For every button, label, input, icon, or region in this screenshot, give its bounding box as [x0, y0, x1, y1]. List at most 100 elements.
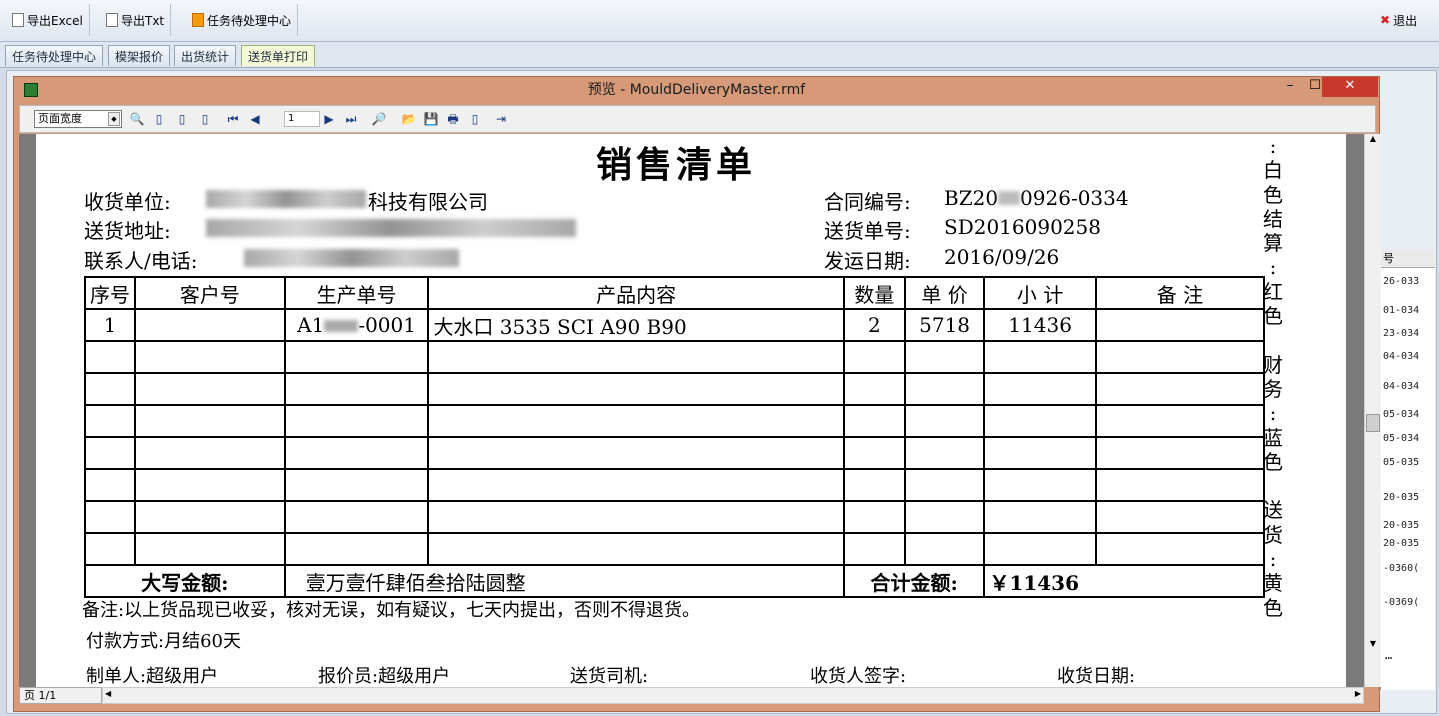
list-item[interactable]: 04-034 [1383, 351, 1419, 362]
main-toolbar: 导出Excel 导出Txt 任务待处理中心 ✖ 退出 [0, 0, 1439, 42]
next-page-icon[interactable]: ▶ [320, 110, 338, 128]
list-header: 号 [1381, 250, 1435, 268]
txt-icon [106, 13, 118, 27]
blank-page-icon[interactable]: ▯ [466, 110, 484, 128]
exit-button[interactable]: ✖ 退出 [1374, 4, 1423, 36]
col-header: 客户号 [134, 276, 286, 310]
spinner-icon: ◆ [108, 112, 120, 126]
open-folder-icon[interactable]: 📂 [400, 110, 418, 128]
single-page-icon[interactable]: ▯ [196, 110, 214, 128]
export-excel-button[interactable]: 导出Excel [6, 4, 90, 36]
redacted-text [206, 190, 366, 208]
col-header: 生产单号 [283, 276, 430, 310]
tab-task-center[interactable]: 任务待处理中心 [5, 45, 104, 66]
preview-area: 销售清单 收货单位: 科技有限公司 送货地址: 联系人/电话: 合同编号: BZ… [19, 134, 1364, 687]
recv-unit-label: 收货单位: [84, 190, 171, 214]
preview-window: 预览 - MouldDeliveryMaster.rmf – ☐ ✕ 页面宽度 ◆… [13, 76, 1381, 712]
uppercase-value: 壹万壹仟肆佰叁拾陆圆整 [283, 564, 845, 598]
export-txt-button[interactable]: 导出Txt [100, 4, 172, 36]
last-page-icon[interactable]: ⏭ [342, 110, 360, 128]
exit-preview-icon[interactable]: ⇥ [492, 110, 510, 128]
quoter: 报价员:超级用户 [318, 666, 451, 687]
receiver-signature: 收货人签字: [810, 666, 907, 687]
close-icon: ✖ [1380, 13, 1391, 27]
list-item[interactable]: 20-035 [1383, 538, 1419, 549]
excel-icon [12, 13, 24, 27]
prev-page-icon[interactable]: ◀ [246, 110, 264, 128]
ship-date-value: 2016/09/26 [944, 245, 1060, 269]
scroll-down-icon[interactable]: ▼ [1366, 639, 1380, 653]
table-row [84, 372, 1266, 406]
tab-delivery-print[interactable]: 送货单打印 [241, 45, 316, 66]
payment-terms: 付款方式:月结60天 [86, 631, 241, 652]
list-item[interactable]: -0369( [1383, 597, 1419, 608]
search-icon[interactable]: 🔍 [128, 110, 146, 128]
contract-label: 合同编号: [824, 190, 911, 214]
maker: 制单人:超级用户 [86, 666, 219, 687]
scroll-left-icon[interactable]: ◀ [105, 689, 111, 698]
list-item[interactable]: 05-034 [1383, 409, 1419, 420]
table-header-row: 序号 客户号 生产单号 产品内容 数量 单 价 小 计 备 注 [84, 276, 1266, 310]
scroll-up-icon[interactable]: ▲ [1366, 134, 1380, 148]
table-row [84, 468, 1266, 502]
list-item[interactable]: -0360( [1383, 563, 1419, 574]
list-item[interactable]: 20-035 [1383, 492, 1419, 503]
redacted-text [206, 219, 576, 237]
scroll-thumb[interactable] [1366, 414, 1380, 432]
page-number-input[interactable]: 1 [284, 111, 320, 127]
zoom-icon[interactable]: 🔎 [370, 110, 388, 128]
page-icon[interactable]: ▯ [150, 110, 168, 128]
driver: 送货司机: [570, 666, 649, 687]
table-row [84, 404, 1266, 438]
tab-mold-quote[interactable]: 模架报价 [108, 45, 171, 66]
col-header: 数量 [842, 276, 906, 310]
list-item[interactable]: 23-034 [1383, 328, 1419, 339]
copy-distribution-note: :白色结算:红色 财务:蓝色 送货:黄色 [1263, 134, 1283, 620]
table-row [84, 340, 1266, 374]
first-page-icon[interactable]: ⏮ [224, 110, 242, 128]
list-item[interactable]: 20-035 [1383, 520, 1419, 531]
vertical-scrollbar[interactable]: ▲ ▼ [1364, 134, 1381, 687]
list-item[interactable]: 05-035 [1383, 457, 1419, 468]
table-row [84, 500, 1266, 534]
uppercase-label: 大写金额: [84, 564, 286, 598]
more-button[interactable]: … [1385, 648, 1392, 662]
receive-date: 收货日期: [1057, 666, 1136, 687]
minimize-button[interactable]: – [1280, 77, 1300, 97]
items-table: 序号 客户号 生产单号 产品内容 数量 单 价 小 计 备 注 1 A1 -000… [84, 276, 1266, 598]
total-row: 大写金额: 壹万壹仟肆佰叁拾陆圆整 合计金额: ￥11436 [84, 564, 1265, 598]
col-header: 产品内容 [427, 276, 845, 310]
task-icon [192, 13, 204, 27]
tab-bar: 任务待处理中心 模架报价 出货统计 送货单打印 [0, 42, 1439, 68]
address-label: 送货地址: [84, 219, 171, 243]
print-icon[interactable]: 🖶 [444, 110, 462, 128]
ship-date-label: 发运日期: [824, 249, 911, 273]
table-row: 1 A1 -0001 大水口 3535 SCI A90 B90 2 5718 11… [84, 308, 1266, 342]
zoom-select[interactable]: 页面宽度 ◆ [34, 110, 122, 128]
save-icon[interactable]: 💾 [422, 110, 440, 128]
delivery-no-label: 送货单号: [824, 219, 911, 243]
tab-shipment-stats[interactable]: 出货统计 [174, 45, 237, 66]
two-page-icon[interactable]: ▯ [173, 110, 191, 128]
redacted-text [244, 249, 459, 267]
preview-toolbar: 页面宽度 ◆ 🔍 ▯ ▯ ▯ ⏮ ◀ 1 ▶ ⏭ 🔎 📂 💾 🖶 ▯ ⇥ [19, 105, 1376, 133]
col-header: 序号 [84, 276, 136, 310]
close-button[interactable]: ✕ [1322, 77, 1378, 97]
background-list: 号 26-033 01-034 23-034 04-034 04-034 05-… [1380, 250, 1435, 690]
table-row [84, 436, 1266, 470]
list-item[interactable]: 05-034 [1383, 433, 1419, 444]
list-item[interactable]: 04-034 [1383, 381, 1419, 392]
list-item[interactable]: 26-033 [1383, 276, 1419, 287]
scroll-right-icon[interactable]: ▶ [1355, 689, 1361, 698]
delivery-note-page: 销售清单 收货单位: 科技有限公司 送货地址: 联系人/电话: 合同编号: BZ… [36, 134, 1346, 687]
window-title: 预览 - MouldDeliveryMaster.rmf [587, 82, 806, 98]
col-header: 备 注 [1094, 276, 1266, 310]
horizontal-scrollbar[interactable]: ◀ ▶ [102, 687, 1364, 704]
col-header: 小 计 [983, 276, 1097, 310]
page-status: 页 1/1 [19, 687, 102, 704]
total-label: 合计金额: [842, 564, 986, 598]
task-center-button[interactable]: 任务待处理中心 [186, 4, 299, 36]
recv-unit-value: 科技有限公司 [368, 190, 488, 214]
document-title: 销售清单 [596, 144, 757, 186]
list-item[interactable]: 01-034 [1383, 305, 1419, 316]
